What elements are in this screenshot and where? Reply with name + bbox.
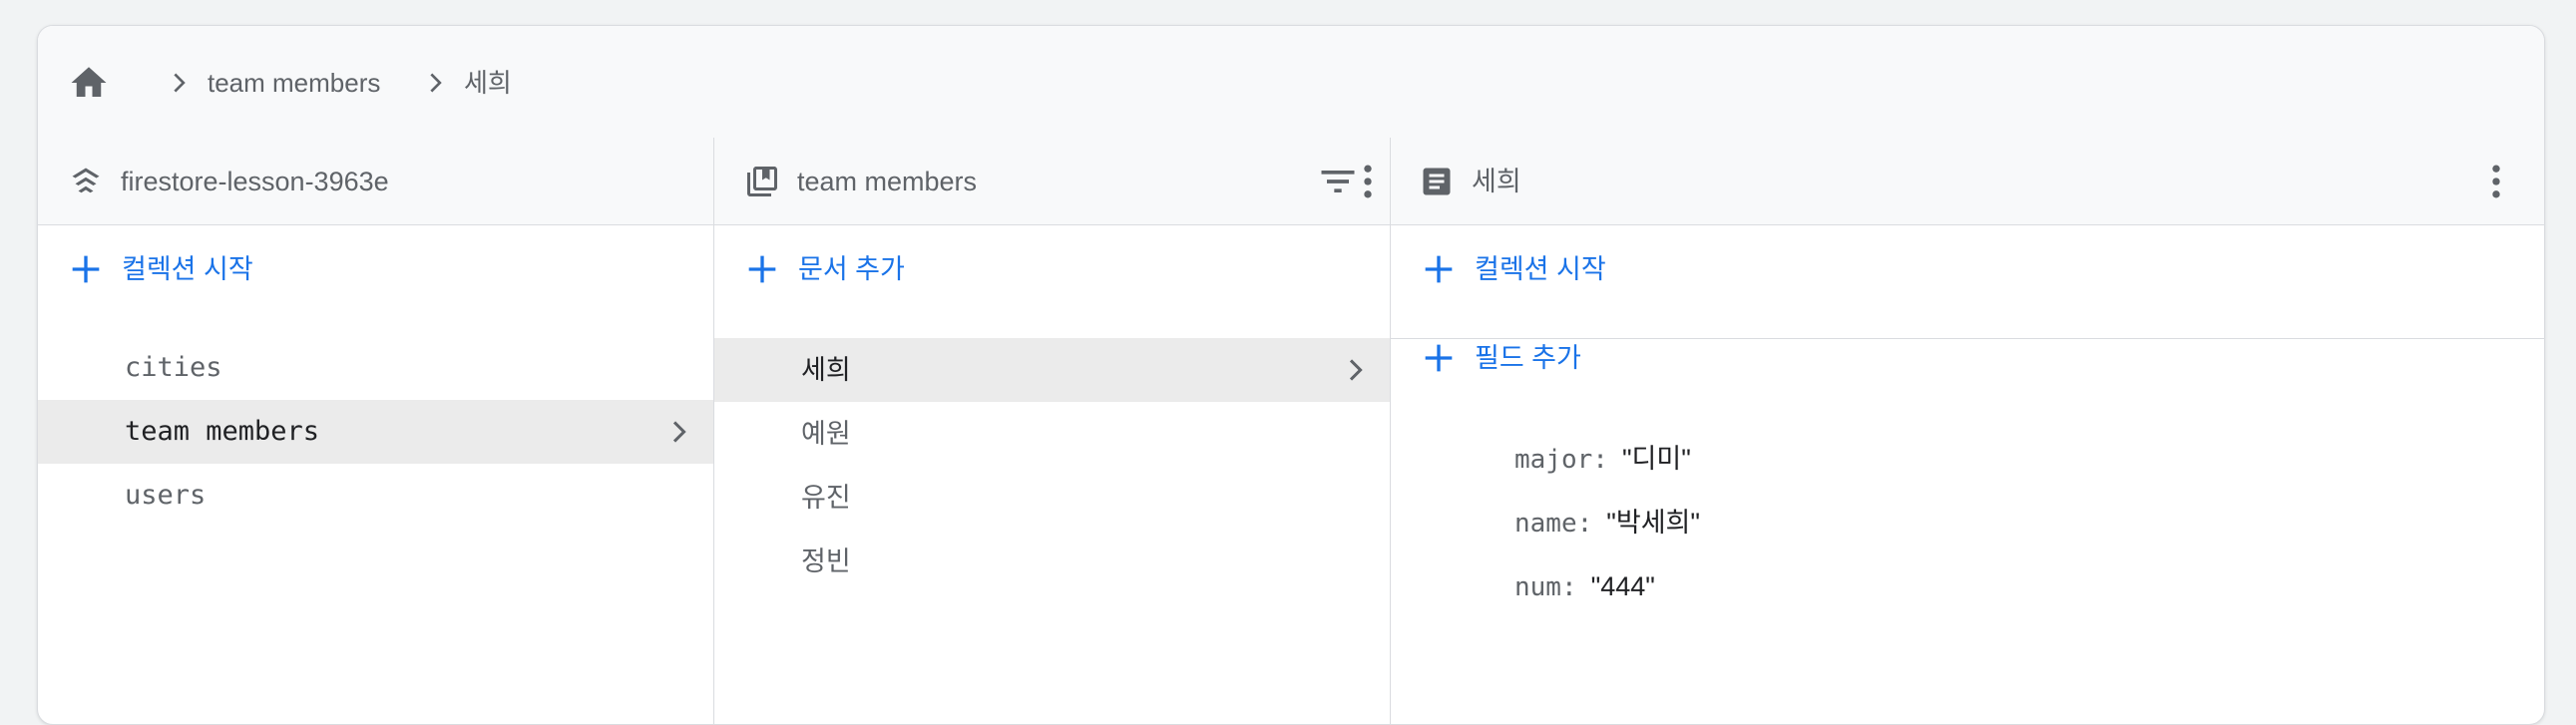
document-item-sehee[interactable]: 세희 xyxy=(714,338,1390,402)
document-item-yewon[interactable]: 예원 xyxy=(714,402,1390,466)
document-item-yujin[interactable]: 유진 xyxy=(714,466,1390,530)
collection-column-header: team members xyxy=(714,138,1390,225)
list-item-label: 유진 xyxy=(801,483,851,513)
plus-icon xyxy=(72,255,100,283)
list-item-label: team members xyxy=(125,416,320,447)
chevron-right-icon xyxy=(174,73,186,93)
document-column-header: 세희 xyxy=(1391,138,2544,225)
project-title: firestore-lesson-3963e xyxy=(121,167,389,196)
breadcrumb: team members 세희 xyxy=(38,26,2544,139)
start-collection-label: 컬렉션 시작 xyxy=(122,254,253,284)
add-field-button[interactable]: 필드 추가 xyxy=(1391,314,2544,402)
firestore-data-panel: team members 세희 firestore-lesson-3963e 컬… xyxy=(37,25,2545,725)
collection-title: team members xyxy=(797,167,978,196)
list-item-label: 정빈 xyxy=(801,546,851,576)
field-row-major[interactable]: major: "디미" xyxy=(1514,439,1691,479)
field-value: "디미" xyxy=(1621,444,1691,474)
breadcrumb-item-document[interactable]: 세희 xyxy=(464,65,512,101)
chevron-right-icon xyxy=(430,73,442,93)
chevron-right-icon xyxy=(1349,359,1363,381)
plus-icon xyxy=(1425,255,1453,283)
breadcrumb-item-team-members[interactable]: team members xyxy=(208,65,380,101)
document-column: 세희 컬렉션 시작 필드 추가 major:"디미" name:"박세희" xyxy=(1391,138,2544,724)
add-document-button[interactable]: 문서 추가 xyxy=(714,225,1390,313)
more-vert-icon[interactable] xyxy=(1346,160,1390,203)
home-icon[interactable] xyxy=(68,62,110,104)
start-subcollection-label: 컬렉션 시작 xyxy=(1475,254,1606,284)
chevron-right-icon xyxy=(672,421,686,443)
list-item-label: 세희 xyxy=(801,355,851,385)
root-column: firestore-lesson-3963e 컬렉션 시작 cities tea… xyxy=(38,138,714,724)
list-item-label: cities xyxy=(125,352,222,383)
start-collection-button[interactable]: 컬렉션 시작 xyxy=(38,225,713,313)
start-subcollection-button[interactable]: 컬렉션 시작 xyxy=(1391,225,2544,313)
list-item-label: users xyxy=(125,480,207,511)
list-item-label: 예원 xyxy=(801,419,851,449)
field-key: num xyxy=(1514,572,1561,602)
field-value: "444" xyxy=(1590,571,1655,601)
field-key: major xyxy=(1514,445,1593,475)
field-key: name xyxy=(1514,509,1577,539)
collection-item-cities[interactable]: cities xyxy=(38,336,713,400)
field-value: "박세희" xyxy=(1606,508,1700,538)
add-field-label: 필드 추가 xyxy=(1475,343,1581,373)
collection-column: team members 문서 추가 세희 예원 유진 정빈 xyxy=(714,138,1391,724)
field-row-name[interactable]: name: "박세희" xyxy=(1514,503,1700,543)
more-vert-icon[interactable] xyxy=(2474,160,2518,203)
collection-item-team-members[interactable]: team members xyxy=(38,400,713,464)
document-title: 세희 xyxy=(1472,167,1521,196)
firebase-layers-icon xyxy=(72,168,100,193)
collection-icon xyxy=(747,167,777,196)
document-item-jeongbin[interactable]: 정빈 xyxy=(714,530,1390,593)
plus-icon xyxy=(748,255,776,283)
root-column-header: firestore-lesson-3963e xyxy=(38,138,713,225)
document-icon xyxy=(1423,168,1451,195)
add-document-label: 문서 추가 xyxy=(798,254,905,284)
field-row-num[interactable]: num: "444" xyxy=(1514,566,1655,606)
plus-icon xyxy=(1425,344,1453,372)
collection-item-users[interactable]: users xyxy=(38,464,713,528)
